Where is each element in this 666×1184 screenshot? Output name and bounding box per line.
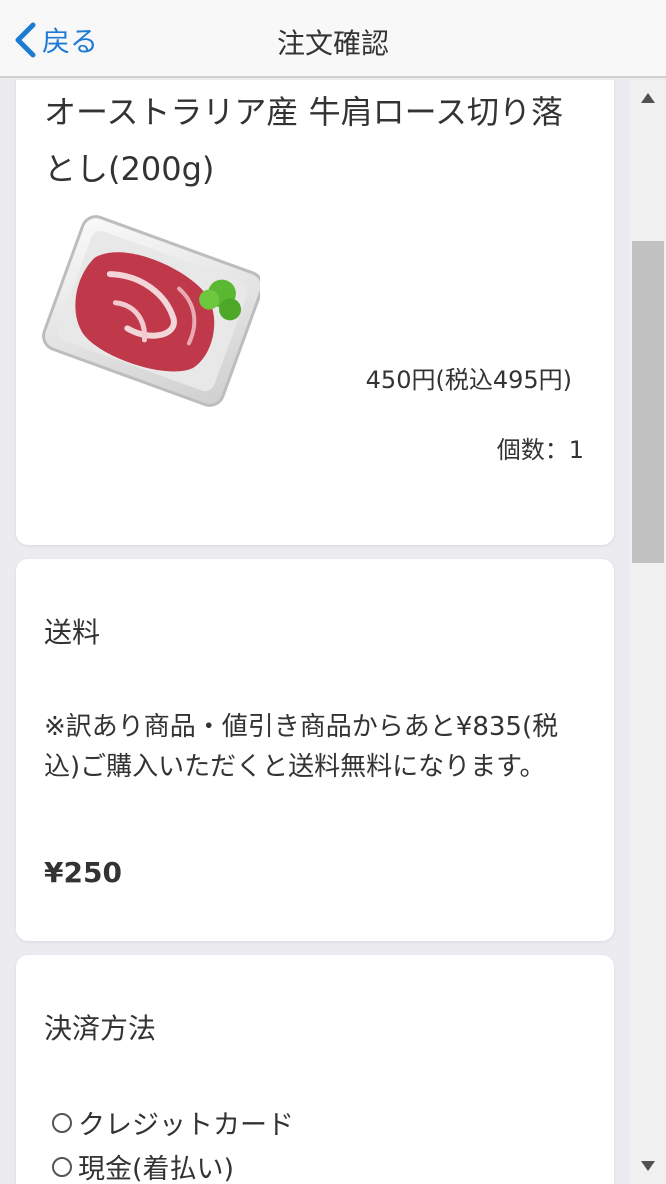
meat-tray-icon <box>42 215 260 407</box>
app-header: 戻る 注文確認 <box>0 0 666 78</box>
payment-card: 決済方法 クレジットカード 現金(着払い) <box>16 955 614 1184</box>
radio-circle-icon[interactable] <box>52 1156 72 1177</box>
main-content[interactable]: オーストラリア産 牛肩ロース切り落とし(200g) 450円(税込495円) 個… <box>0 80 630 1184</box>
product-price: 450円(税込495円) <box>365 366 572 394</box>
radio-circle-icon[interactable] <box>52 1112 72 1133</box>
triangle-up-icon <box>641 93 655 103</box>
product-name: オーストラリア産 牛肩ロース切り落とし(200g) <box>44 93 563 188</box>
shipping-amount: ¥250 <box>44 856 122 889</box>
page-title: 注文確認 <box>276 27 389 60</box>
shipping-note: ※訳あり商品・値引き商品からあと¥835(税込)ご購入いただくと送料無料になりま… <box>44 712 559 782</box>
vertical-scrollbar[interactable] <box>630 80 666 1184</box>
payment-option-label: 現金(着払い) <box>78 1154 235 1184</box>
triangle-down-icon <box>641 1161 655 1171</box>
payment-option-credit-card[interactable]: クレジットカード <box>52 1103 294 1142</box>
product-card: オーストラリア産 牛肩ロース切り落とし(200g) 450円(税込495円) 個… <box>16 80 614 545</box>
payment-option-label: クレジットカード <box>78 1110 294 1141</box>
payment-option-cash-on-delivery[interactable]: 現金(着払い) <box>52 1147 234 1184</box>
scroll-down-button[interactable] <box>630 1148 666 1184</box>
shipping-title: 送料 <box>44 616 101 649</box>
shipping-card: 送料 ※訳あり商品・値引き商品からあと¥835(税込)ご購入いただくと送料無料に… <box>16 559 614 941</box>
scrollbar-thumb[interactable] <box>632 241 664 563</box>
payment-title: 決済方法 <box>44 1012 157 1045</box>
scroll-up-button[interactable] <box>630 80 666 116</box>
product-quantity: 個数：1 <box>496 436 584 464</box>
